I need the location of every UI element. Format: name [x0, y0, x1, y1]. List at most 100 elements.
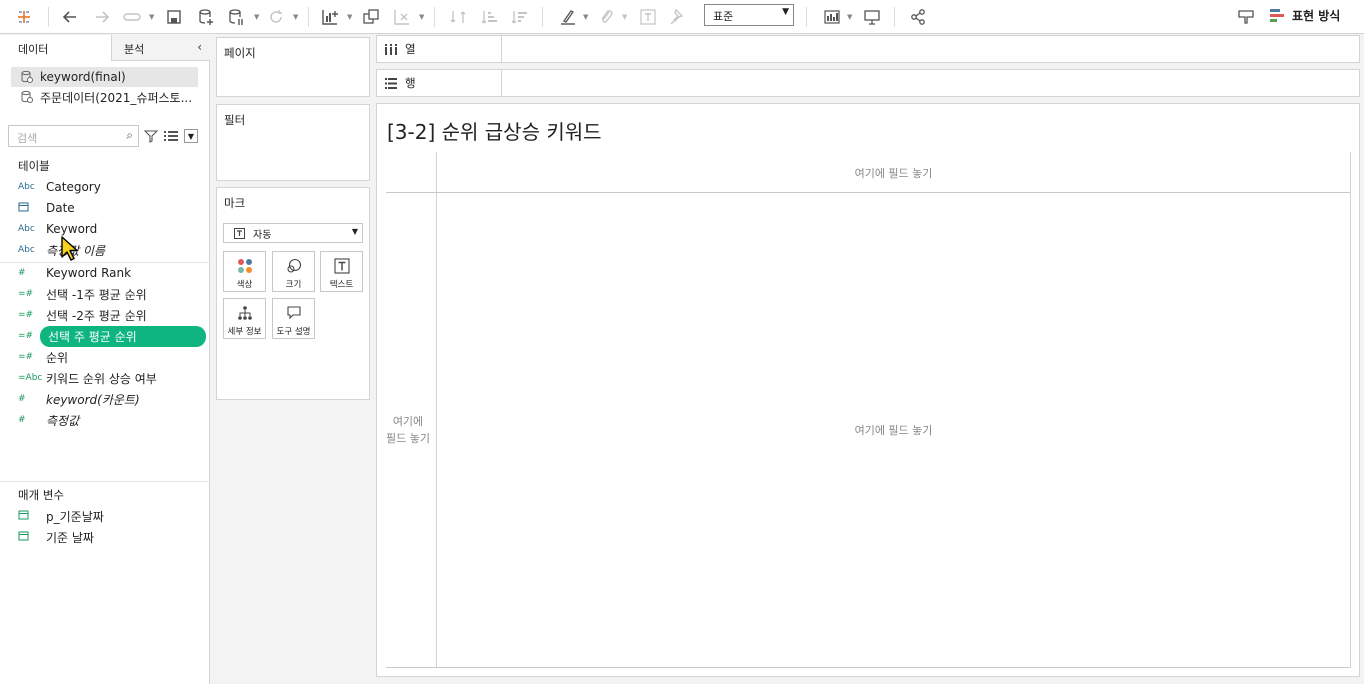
redo-icon[interactable] [90, 5, 114, 29]
drop-zone-rows[interactable]: 여기에 필드 놓기 [381, 413, 435, 447]
field-prev1-week-avg-rank[interactable]: =# 선택 -1주 평균 순위 [18, 284, 208, 304]
mark-type-select[interactable]: 자동 ▼ [223, 223, 363, 243]
drop-zone-marks[interactable]: 여기에 필드 놓기 [437, 422, 1350, 438]
field-selected-week-avg-rank[interactable]: =# 선택 주 평균 순위 [18, 325, 208, 347]
label-button[interactable]: 텍스트 [320, 251, 363, 292]
forward-icon[interactable] [120, 5, 144, 29]
pages-card[interactable]: 페이지 [216, 37, 370, 97]
view-options[interactable]: ▼ [164, 127, 202, 145]
field-keyword-count[interactable]: # keyword(카운트) [18, 389, 208, 409]
datasource-icon [21, 90, 33, 103]
clear-sheet-icon[interactable] [390, 5, 414, 29]
fit-select[interactable]: 표준 ▼ [704, 4, 794, 26]
field-keyword[interactable]: Abc Keyword [18, 219, 208, 239]
datasource-order-data[interactable]: 주문데이터(2021_슈퍼스토... [11, 87, 198, 107]
new-worksheet-dropdown-icon[interactable]: ▼ [347, 13, 352, 21]
refresh-icon[interactable] [264, 5, 288, 29]
param-base-date-p[interactable]: p_기준날짜 [18, 506, 208, 526]
string-dimension-icon: Abc [18, 245, 35, 255]
clear-dropdown-icon[interactable]: ▼ [419, 13, 424, 21]
show-me-button[interactable]: 표현 방식 [1270, 7, 1340, 24]
highlight-icon[interactable] [556, 5, 580, 29]
highlight-dropdown-icon[interactable]: ▼ [583, 13, 588, 21]
size-button[interactable]: 크기 [272, 251, 315, 292]
size-button-label: 크기 [285, 280, 302, 290]
pause-dropdown-icon[interactable]: ▼ [254, 13, 259, 21]
duplicate-sheet-icon[interactable] [359, 5, 383, 29]
tooltip-icon[interactable] [1234, 5, 1258, 29]
collapse-pane-icon[interactable]: ‹ [197, 40, 202, 54]
datasource-label: keyword(final) [40, 70, 126, 84]
field-category[interactable]: Abc Category [18, 177, 208, 197]
share-icon[interactable] [906, 5, 930, 29]
swap-rows-columns-icon[interactable] [446, 5, 470, 29]
string-dimension-icon: Abc [18, 224, 35, 234]
measure-icon: # [18, 394, 26, 404]
sheet-title[interactable]: [3-2] 순위 급상승 키워드 [387, 116, 602, 145]
detail-button[interactable]: 세부 정보 [223, 298, 266, 339]
tab-data[interactable]: 데이터 [0, 35, 112, 61]
worksheet-view: [3-2] 순위 급상승 키워드 여기에 필드 놓기 여기에 필드 놓기 여기에… [376, 103, 1360, 677]
save-icon[interactable] [162, 5, 186, 29]
rows-shelf[interactable]: 행 [376, 69, 1360, 97]
presentation-mode-icon[interactable] [860, 5, 884, 29]
field-measure-names[interactable]: Abc 측정값 이름 [18, 240, 208, 260]
fit-select-value: 표준 [713, 10, 734, 23]
datasource-keyword-final[interactable]: keyword(final) [11, 67, 198, 87]
tab-data-label: 데이터 [18, 43, 49, 56]
date-parameter-icon [18, 530, 46, 544]
rows-shelf-label: 행 [377, 70, 502, 96]
fix-axes-icon[interactable] [666, 5, 690, 29]
color-button[interactable]: 색상 [223, 251, 266, 292]
filter-icon[interactable] [144, 129, 158, 143]
color-button-label: 색상 [236, 280, 253, 290]
data-pane-tabs: 데이터 분석 ‹ [0, 35, 210, 61]
field-keyword-rank[interactable]: # Keyword Rank [18, 263, 208, 283]
measure-icon: # [18, 415, 26, 425]
calculated-string-icon: =Abc [18, 373, 43, 383]
forward-dropdown-icon[interactable]: ▼ [149, 13, 154, 21]
column-header-divider [386, 192, 1351, 193]
tab-analysis[interactable]: 분석 [112, 35, 210, 61]
show-cards-icon[interactable] [820, 5, 844, 29]
tooltip-button[interactable]: 도구 설명 [272, 298, 315, 339]
refresh-dropdown-icon[interactable]: ▼ [293, 13, 298, 21]
detail-button-label: 세부 정보 [227, 327, 262, 337]
marks-card-title: 마크 [224, 196, 246, 210]
field-rank[interactable]: =# 순위 [18, 347, 208, 367]
view-options-dropdown-icon: ▼ [184, 129, 198, 143]
new-worksheet-icon[interactable] [318, 5, 342, 29]
show-me-label: 표현 방식 [1292, 9, 1341, 23]
field-keyword-rank-rise[interactable]: =Abc 키워드 순위 상승 여부 [18, 368, 208, 388]
param-base-date[interactable]: 기준 날짜 [18, 527, 208, 547]
tableau-logo-icon[interactable] [12, 5, 36, 29]
drop-zone-columns[interactable]: 여기에 필드 놓기 [437, 165, 1350, 181]
field-label: Keyword Rank [46, 266, 132, 280]
sort-ascending-icon[interactable] [478, 5, 502, 29]
list-view-icon [164, 131, 178, 141]
chevron-down-icon: ▼ [351, 227, 358, 236]
search-input[interactable]: 검색 ⌕ [8, 125, 139, 147]
filters-card[interactable]: 필터 [216, 104, 370, 181]
show-cards-dropdown-icon[interactable]: ▼ [847, 13, 852, 21]
pause-updates-icon[interactable] [224, 5, 248, 29]
columns-shelf-label: 열 [377, 36, 502, 62]
field-prev2-week-avg-rank[interactable]: =# 선택 -2주 평균 순위 [18, 305, 208, 325]
group-dropdown-icon[interactable]: ▼ [622, 13, 627, 21]
detail-icon [224, 305, 265, 321]
field-label: 순위 [46, 350, 69, 365]
data-pane: 데이터 분석 ‹ keyword(final) 주문데이터(2021_슈퍼스토.… [0, 35, 210, 684]
tables-title: 테이블 [18, 159, 50, 173]
columns-shelf[interactable]: 열 [376, 35, 1360, 63]
field-measure-values[interactable]: # 측정값 [18, 410, 208, 430]
undo-icon[interactable] [58, 5, 82, 29]
sort-descending-icon[interactable] [508, 5, 532, 29]
datasource-icon [21, 70, 33, 83]
field-date[interactable]: Date [18, 198, 208, 218]
drop-zone-rows-line2: 필드 놓기 [386, 432, 430, 445]
new-datasource-icon[interactable] [194, 5, 218, 29]
filters-card-title: 필터 [224, 113, 246, 127]
tooltip-icon [273, 305, 314, 321]
show-labels-icon[interactable] [636, 5, 660, 29]
group-members-icon[interactable] [594, 5, 618, 29]
